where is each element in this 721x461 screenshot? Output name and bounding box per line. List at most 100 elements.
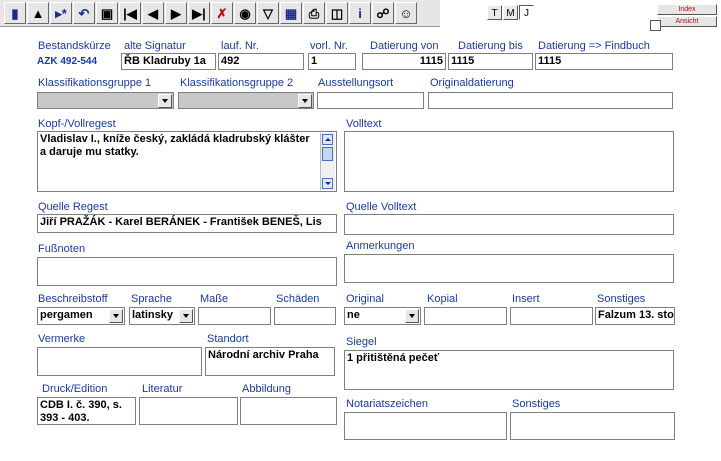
druck-edition-field[interactable]: CDB I. č. 390, s. 393 - 403. xyxy=(37,397,136,425)
home-icon[interactable]: ▲ xyxy=(27,2,49,24)
vorl-nr-label: vorl. Nr. xyxy=(310,40,348,52)
fussnoten-label: Fußnoten xyxy=(38,243,86,255)
info-icon[interactable]: i xyxy=(349,2,371,24)
anmerkungen-field[interactable] xyxy=(344,254,674,283)
index-button[interactable]: Index xyxy=(657,4,717,15)
bestandskuerze-value: AZK 492-544 xyxy=(37,56,98,67)
notariatszeichen-field[interactable] xyxy=(344,412,507,440)
sonstiges2-field[interactable] xyxy=(510,412,675,440)
chevron-down-icon[interactable] xyxy=(298,94,312,108)
scroll-thumb[interactable] xyxy=(322,147,333,161)
chevron-down-icon[interactable] xyxy=(158,94,172,108)
standort-field[interactable]: Národní archiv Praha xyxy=(205,347,335,376)
table-icon[interactable]: ▦ xyxy=(280,2,302,24)
find-icon[interactable]: ◉ xyxy=(234,2,256,24)
beschreibstoff-label: Beschreibstoff xyxy=(38,293,108,305)
original-value: ne xyxy=(347,309,360,321)
last-record-icon[interactable]: ▶| xyxy=(188,2,210,24)
sprache-select[interactable]: latinsky xyxy=(129,307,195,325)
anmerkungen-label: Anmerkungen xyxy=(346,240,415,252)
literatur-label: Literatur xyxy=(142,383,183,395)
kopial-label: Kopial xyxy=(427,293,458,305)
quelle-regest-field[interactable]: Jiří PRAŽÁK - Karel BERÁNEK - František … xyxy=(37,214,337,233)
beschreibstoff-select[interactable]: pergamen xyxy=(37,307,125,325)
palette-icon[interactable]: ☺ xyxy=(395,2,417,24)
sonstiges-field[interactable]: Falzum 13. sto xyxy=(595,307,675,325)
fussnoten-field[interactable] xyxy=(37,257,337,286)
chevron-down-icon[interactable] xyxy=(405,309,419,323)
chevron-down-icon[interactable] xyxy=(109,309,123,323)
first-new-icon[interactable]: ▸* xyxy=(50,2,72,24)
schaeden-label: Schäden xyxy=(276,293,320,305)
klassifikationsgruppe2-select[interactable] xyxy=(178,92,314,109)
literatur-field[interactable] xyxy=(139,397,238,425)
lauf-nr-field[interactable]: 492 xyxy=(218,53,304,70)
quelle-volltext-label: Quelle Volltext xyxy=(346,201,417,213)
undo-icon[interactable]: ↶ xyxy=(73,2,95,24)
tree-icon[interactable]: ☍ xyxy=(372,2,394,24)
first-record-icon[interactable]: |◀ xyxy=(119,2,141,24)
alte-signatur-field[interactable]: ŘB Kladruby 1a xyxy=(121,53,216,70)
beschreibstoff-value: pergamen xyxy=(40,309,93,321)
delete-filter-icon[interactable]: ✗ xyxy=(211,2,233,24)
masse-label: Maße xyxy=(200,293,229,305)
originaldatierung-field[interactable] xyxy=(428,92,673,109)
vertical-scrollbar[interactable] xyxy=(320,133,335,190)
ansicht-button[interactable]: Ansicht xyxy=(657,16,717,27)
next-record-icon[interactable]: ▶ xyxy=(165,2,187,24)
vermerke-field[interactable] xyxy=(37,347,202,376)
datierung-findbuch-field[interactable]: 1115 xyxy=(535,53,673,70)
scroll-down-icon[interactable] xyxy=(322,178,333,189)
bestandskuerze-label: Bestandskürze xyxy=(38,40,111,52)
klassifikationsgruppe1-label: Klassifikationsgruppe 1 xyxy=(38,77,152,89)
kopf-vollregest-label: Kopf-/Vollregest xyxy=(38,118,116,130)
print-icon[interactable]: ⎙ xyxy=(303,2,325,24)
masse-field[interactable] xyxy=(198,307,271,325)
quelle-volltext-field[interactable] xyxy=(344,214,674,235)
view-button-j[interactable]: J xyxy=(519,5,534,20)
druck-edition-label: Druck/Edition xyxy=(42,383,108,395)
original-label: Original xyxy=(346,293,384,305)
schaeden-field[interactable] xyxy=(274,307,336,325)
kopf-vollregest-textarea[interactable]: Vladislav I., kníže český, zakládá kladr… xyxy=(37,131,337,192)
view-checkbox[interactable] xyxy=(650,20,661,31)
datierung-findbuch-label: Datierung => Findbuch xyxy=(538,40,650,52)
datierung-bis-field[interactable]: 1115 xyxy=(448,53,533,70)
book-icon[interactable]: ▮ xyxy=(4,2,26,24)
siegel-label: Siegel xyxy=(346,336,377,348)
volltext-textarea[interactable] xyxy=(344,131,674,192)
copy-record-icon[interactable]: ◫ xyxy=(326,2,348,24)
standort-label: Standort xyxy=(207,333,249,345)
save-icon[interactable]: ▣ xyxy=(96,2,118,24)
sonstiges-label: Sonstiges xyxy=(597,293,646,305)
scroll-up-icon[interactable] xyxy=(322,134,333,145)
sprache-value: latinsky xyxy=(132,309,173,321)
kopf-vollregest-text: Vladislav I., kníže český, zakládá kladr… xyxy=(40,133,310,158)
lauf-nr-label: lauf. Nr. xyxy=(221,40,259,52)
klassifikationsgruppe2-label: Klassifikationsgruppe 2 xyxy=(180,77,294,89)
datierung-von-label: Datierung von xyxy=(370,40,439,52)
siegel-field[interactable]: 1 přitištěná pečeť xyxy=(344,350,674,390)
chevron-down-icon[interactable] xyxy=(179,309,193,323)
ausstellungsort-label: Ausstellungsort xyxy=(318,77,394,89)
insert-label: Insert xyxy=(512,293,540,305)
originaldatierung-label: Originaldatierung xyxy=(430,77,514,89)
original-select[interactable]: ne xyxy=(344,307,421,325)
datierung-von-field[interactable]: 1115 xyxy=(362,53,446,70)
previous-record-icon[interactable]: ◀ xyxy=(142,2,164,24)
vorl-nr-field[interactable]: 1 xyxy=(308,53,356,70)
filter-icon[interactable]: ▽ xyxy=(257,2,279,24)
view-button-t[interactable]: T xyxy=(487,5,502,20)
toolbar: ▮ ▲ ▸* ↶ ▣ |◀ ◀ ▶ ▶| ✗ ◉ ▽ ▦ ⎙ ◫ i ☍ ☺ xyxy=(0,0,440,27)
abbildung-field[interactable] xyxy=(240,397,337,425)
kopial-field[interactable] xyxy=(424,307,507,325)
insert-field[interactable] xyxy=(510,307,593,325)
ausstellungsort-field[interactable] xyxy=(317,92,424,109)
sprache-label: Sprache xyxy=(131,293,172,305)
klassifikationsgruppe1-select[interactable] xyxy=(37,92,174,109)
quelle-regest-label: Quelle Regest xyxy=(38,201,108,213)
view-button-m[interactable]: M xyxy=(503,5,518,20)
vermerke-label: Vermerke xyxy=(38,333,86,345)
alte-signatur-label: alte Signatur xyxy=(124,40,186,52)
volltext-label: Volltext xyxy=(346,118,382,130)
